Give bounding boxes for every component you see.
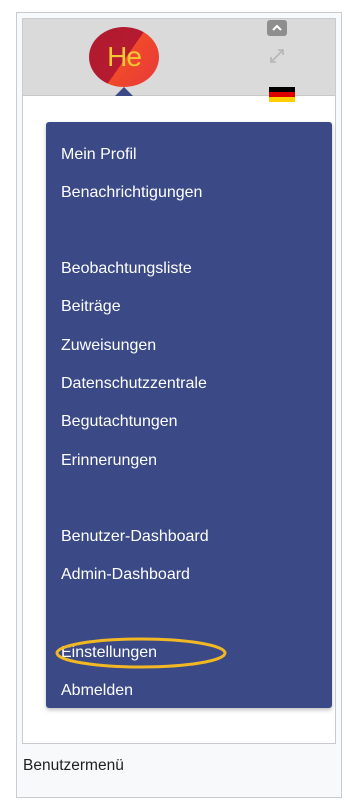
user-avatar[interactable]: He xyxy=(89,27,159,87)
menu-item-abmelden[interactable]: Abmelden xyxy=(61,679,133,703)
menu-item-erinnerungen[interactable]: Erinnerungen xyxy=(61,449,157,473)
menu-item-benutzer-dashboard[interactable]: Benutzer-Dashboard xyxy=(61,525,209,549)
menu-item-admin-dashboard[interactable]: Admin-Dashboard xyxy=(61,563,190,587)
menu-item-mein-profil[interactable]: Mein Profil xyxy=(61,143,137,167)
expand-arrows-icon[interactable] xyxy=(268,47,286,65)
menu-item-begutachtungen[interactable]: Begutachtungen xyxy=(61,410,178,434)
menu-item-benachrichtigungen[interactable]: Benachrichtigungen xyxy=(61,181,202,205)
thumbnail-frame: He Mein Profil Benachrichtigungen Beobac… xyxy=(16,12,342,798)
dropdown-pointer xyxy=(115,87,133,96)
menu-item-einstellungen-label: Einstellungen xyxy=(61,644,158,661)
screenshot-image: He Mein Profil Benachrichtigungen Beobac… xyxy=(22,18,336,744)
user-dropdown-menu: Mein Profil Benachrichtigungen Beobachtu… xyxy=(46,122,332,708)
top-bar: He xyxy=(23,19,335,102)
avatar-initials: He xyxy=(107,41,142,72)
menu-item-datenschutzzentrale[interactable]: Datenschutzzentrale xyxy=(61,372,207,396)
german-flag-icon[interactable] xyxy=(269,87,295,102)
menu-item-beitraege[interactable]: Beiträge xyxy=(61,295,121,319)
menu-item-beobachtungsliste[interactable]: Beobachtungsliste xyxy=(61,257,192,281)
menu-item-einstellungen[interactable]: Einstellungen xyxy=(55,637,227,669)
image-caption: Benutzermenü xyxy=(23,757,124,774)
menu-item-zuweisungen[interactable]: Zuweisungen xyxy=(61,334,156,358)
chevron-up-icon[interactable] xyxy=(267,20,287,36)
